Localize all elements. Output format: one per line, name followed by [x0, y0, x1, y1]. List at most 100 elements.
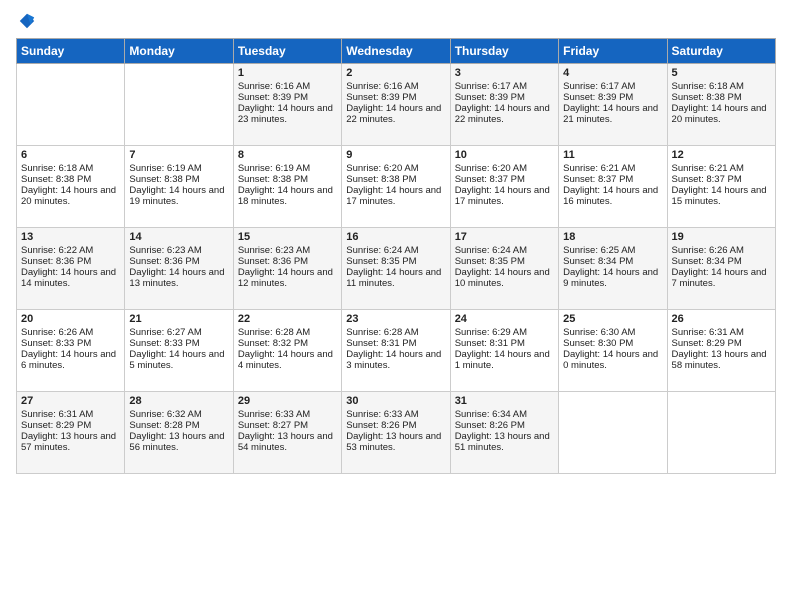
cell-info: Sunrise: 6:24 AM [455, 245, 554, 256]
calendar-cell: 31Sunrise: 6:34 AMSunset: 8:26 PMDayligh… [450, 392, 558, 474]
cell-info: Daylight: 14 hours and 15 minutes. [672, 185, 771, 207]
calendar-week-row: 20Sunrise: 6:26 AMSunset: 8:33 PMDayligh… [17, 310, 776, 392]
cell-info: Daylight: 13 hours and 53 minutes. [346, 431, 445, 453]
cell-info: Daylight: 14 hours and 1 minute. [455, 349, 554, 371]
day-number: 6 [21, 149, 120, 161]
calendar-cell: 11Sunrise: 6:21 AMSunset: 8:37 PMDayligh… [559, 146, 667, 228]
cell-info: Sunset: 8:26 PM [346, 420, 445, 431]
cell-info: Sunset: 8:38 PM [129, 174, 228, 185]
calendar-cell: 19Sunrise: 6:26 AMSunset: 8:34 PMDayligh… [667, 228, 775, 310]
weekday-header-tuesday: Tuesday [233, 39, 341, 64]
cell-info: Sunset: 8:38 PM [238, 174, 337, 185]
cell-info: Daylight: 14 hours and 21 minutes. [563, 103, 662, 125]
cell-info: Sunset: 8:34 PM [563, 256, 662, 267]
cell-info: Daylight: 14 hours and 13 minutes. [129, 267, 228, 289]
cell-info: Daylight: 14 hours and 17 minutes. [455, 185, 554, 207]
calendar-cell: 12Sunrise: 6:21 AMSunset: 8:37 PMDayligh… [667, 146, 775, 228]
day-number: 1 [238, 67, 337, 79]
weekday-header-wednesday: Wednesday [342, 39, 450, 64]
cell-info: Daylight: 14 hours and 0 minutes. [563, 349, 662, 371]
cell-info: Sunrise: 6:23 AM [238, 245, 337, 256]
cell-info: Daylight: 13 hours and 57 minutes. [21, 431, 120, 453]
cell-info: Daylight: 14 hours and 11 minutes. [346, 267, 445, 289]
calendar-cell: 14Sunrise: 6:23 AMSunset: 8:36 PMDayligh… [125, 228, 233, 310]
cell-info: Sunset: 8:26 PM [455, 420, 554, 431]
cell-info: Sunrise: 6:32 AM [129, 409, 228, 420]
cell-info: Sunset: 8:33 PM [129, 338, 228, 349]
cell-info: Sunrise: 6:17 AM [455, 81, 554, 92]
cell-info: Sunrise: 6:26 AM [672, 245, 771, 256]
calendar-cell: 30Sunrise: 6:33 AMSunset: 8:26 PMDayligh… [342, 392, 450, 474]
cell-info: Sunset: 8:38 PM [672, 92, 771, 103]
day-number: 19 [672, 231, 771, 243]
cell-info: Daylight: 14 hours and 20 minutes. [672, 103, 771, 125]
calendar-cell: 7Sunrise: 6:19 AMSunset: 8:38 PMDaylight… [125, 146, 233, 228]
cell-info: Sunset: 8:30 PM [563, 338, 662, 349]
cell-info: Sunset: 8:36 PM [238, 256, 337, 267]
cell-info: Daylight: 14 hours and 23 minutes. [238, 103, 337, 125]
cell-info: Sunset: 8:35 PM [455, 256, 554, 267]
day-number: 5 [672, 67, 771, 79]
weekday-header-saturday: Saturday [667, 39, 775, 64]
cell-info: Daylight: 14 hours and 3 minutes. [346, 349, 445, 371]
cell-info: Daylight: 14 hours and 5 minutes. [129, 349, 228, 371]
weekday-header-friday: Friday [559, 39, 667, 64]
calendar-cell [667, 392, 775, 474]
cell-info: Sunrise: 6:30 AM [563, 327, 662, 338]
cell-info: Daylight: 14 hours and 17 minutes. [346, 185, 445, 207]
cell-info: Sunrise: 6:34 AM [455, 409, 554, 420]
calendar-week-row: 6Sunrise: 6:18 AMSunset: 8:38 PMDaylight… [17, 146, 776, 228]
weekday-header-row: SundayMondayTuesdayWednesdayThursdayFrid… [17, 39, 776, 64]
cell-info: Sunset: 8:29 PM [21, 420, 120, 431]
cell-info: Sunrise: 6:22 AM [21, 245, 120, 256]
cell-info: Sunrise: 6:20 AM [346, 163, 445, 174]
cell-info: Sunrise: 6:18 AM [672, 81, 771, 92]
cell-info: Sunset: 8:31 PM [455, 338, 554, 349]
cell-info: Daylight: 14 hours and 10 minutes. [455, 267, 554, 289]
cell-info: Sunrise: 6:26 AM [21, 327, 120, 338]
day-number: 28 [129, 395, 228, 407]
calendar-cell: 2Sunrise: 6:16 AMSunset: 8:39 PMDaylight… [342, 64, 450, 146]
day-number: 20 [21, 313, 120, 325]
calendar-cell: 5 Sunrise: 6:18 AMSunset: 8:38 PMDaylight… [667, 64, 775, 146]
cell-info: Daylight: 14 hours and 7 minutes. [672, 267, 771, 289]
cell-info: Daylight: 14 hours and 6 minutes. [21, 349, 120, 371]
cell-info: Daylight: 14 hours and 16 minutes. [563, 185, 662, 207]
cell-info: Sunset: 8:38 PM [21, 174, 120, 185]
calendar-cell: 15Sunrise: 6:23 AMSunset: 8:36 PMDayligh… [233, 228, 341, 310]
calendar-cell: 10Sunrise: 6:20 AMSunset: 8:37 PMDayligh… [450, 146, 558, 228]
cell-info: Sunset: 8:31 PM [346, 338, 445, 349]
cell-info: Sunrise: 6:21 AM [672, 163, 771, 174]
cell-info: Sunrise: 6:16 AM [238, 81, 337, 92]
day-number: 23 [346, 313, 445, 325]
calendar-cell: 27Sunrise: 6:31 AMSunset: 8:29 PMDayligh… [17, 392, 125, 474]
calendar-cell: 22Sunrise: 6:28 AMSunset: 8:32 PMDayligh… [233, 310, 341, 392]
day-number: 11 [563, 149, 662, 161]
cell-info: Daylight: 14 hours and 18 minutes. [238, 185, 337, 207]
day-number: 27 [21, 395, 120, 407]
calendar-cell: 8Sunrise: 6:19 AMSunset: 8:38 PMDaylight… [233, 146, 341, 228]
cell-info: Daylight: 14 hours and 22 minutes. [455, 103, 554, 125]
cell-info: Sunrise: 6:18 AM [21, 163, 120, 174]
calendar-week-row: 1Sunrise: 6:16 AMSunset: 8:39 PMDaylight… [17, 64, 776, 146]
day-number: 2 [346, 67, 445, 79]
weekday-header-sunday: Sunday [17, 39, 125, 64]
day-number: 10 [455, 149, 554, 161]
weekday-header-monday: Monday [125, 39, 233, 64]
cell-info: Sunset: 8:28 PM [129, 420, 228, 431]
day-number: 15 [238, 231, 337, 243]
cell-info: Sunset: 8:27 PM [238, 420, 337, 431]
calendar-cell [17, 64, 125, 146]
calendar-cell [125, 64, 233, 146]
cell-info: Daylight: 14 hours and 14 minutes. [21, 267, 120, 289]
cell-info: Sunrise: 6:23 AM [129, 245, 228, 256]
day-number: 9 [346, 149, 445, 161]
cell-info: Sunset: 8:39 PM [563, 92, 662, 103]
day-number: 29 [238, 395, 337, 407]
cell-info: Daylight: 14 hours and 20 minutes. [21, 185, 120, 207]
day-number: 13 [21, 231, 120, 243]
cell-info: Sunset: 8:39 PM [346, 92, 445, 103]
calendar-cell: 16Sunrise: 6:24 AMSunset: 8:35 PMDayligh… [342, 228, 450, 310]
day-number: 30 [346, 395, 445, 407]
cell-info: Sunrise: 6:16 AM [346, 81, 445, 92]
